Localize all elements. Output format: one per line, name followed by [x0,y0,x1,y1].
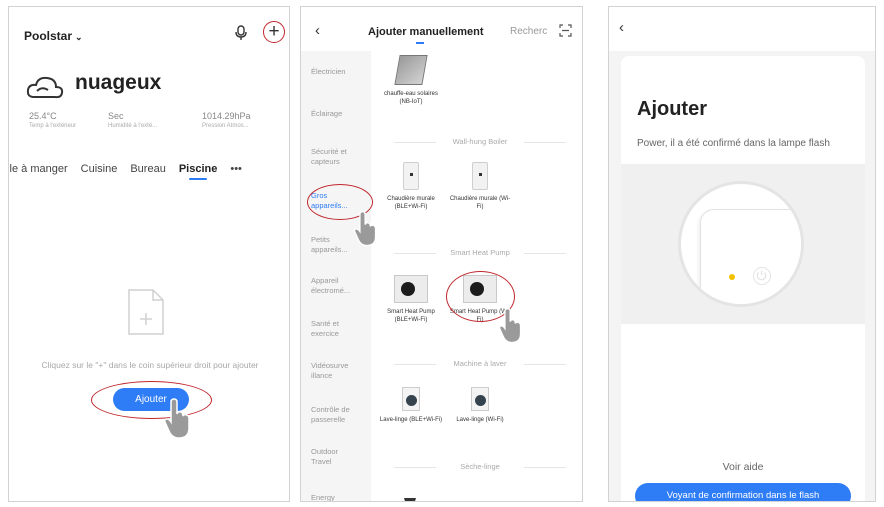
tap-hand-icon [353,211,377,247]
add-confirm-screen: ‹ Ajouter Power, il a été confirmé dans … [608,6,876,502]
device-heat-pump-ble-wifi[interactable]: Smart Heat Pump (BLE+Wi-Fi) [379,275,443,324]
category-health[interactable]: Santé et exercice [311,319,351,339]
category-electrician[interactable]: Électricien [311,67,346,77]
back-arrow-icon[interactable]: ‹ [315,22,320,39]
room-tabs: alle à manger Cuisine Bureau Piscine ••• [9,163,255,175]
lamp-illustration [700,209,801,304]
empty-state-text: Cliquez sur le "+" dans le coin supérieu… [41,360,259,370]
home-screen: Poolstar ⌄ + nuageux 25.4°C Temp à l'extér… [8,6,290,502]
add-device-plus-icon[interactable]: + [263,21,285,43]
back-arrow-icon[interactable]: ‹ [619,19,624,36]
category-lighting[interactable]: Éclairage [311,109,342,119]
boiler-icon [472,162,488,190]
category-gateway[interactable]: Contrôle de passerelle [311,405,359,425]
instruction-text: Power, il a été confirmé dans la lampe f… [637,138,830,149]
section-dryer: Sèche-linge [376,462,582,471]
home-selector[interactable]: Poolstar ⌄ [24,29,83,43]
confirm-indicator-button[interactable]: Voyant de confirmation dans le flash [635,483,851,501]
tab-dining-room[interactable]: alle à manger [9,163,68,175]
dryer-icon [404,498,416,501]
category-security[interactable]: Sécurité et capteurs [311,147,365,167]
section-wall-hung-boiler: Wall-hung Boiler [376,137,582,146]
category-small-appliances[interactable]: Petits appareils... [311,235,351,255]
add-manually-screen: ‹ Ajouter manuellement Recherc Électrici… [300,6,583,502]
device-solar-heater[interactable]: chauffe-eau solaires (NB-IoT) [379,55,443,106]
search-link[interactable]: Recherc [510,26,547,37]
device-boiler-wifi[interactable]: Chaudière murale (Wi-Fi) [448,162,512,211]
page-title: Ajouter manuellement [368,26,484,44]
tap-hand-icon [164,398,190,439]
section-smart-heat-pump: Smart Heat Pump [376,248,582,257]
weather-condition: nuageux [75,71,162,94]
home-name: Poolstar [24,29,73,43]
device-washer-wifi[interactable]: Lave-linge (Wi-Fi) [448,387,512,424]
tab-kitchen[interactable]: Cuisine [81,163,118,175]
category-sidebar: Électricien Éclairage Sécurité et capteu… [301,51,371,501]
solar-panel-icon [394,55,428,85]
tap-hand-icon [498,308,522,344]
boiler-icon [403,162,419,190]
scan-icon[interactable] [559,24,572,37]
page-title: Ajouter [637,98,707,120]
category-kitchen-appliances[interactable]: Appareil électromé... [311,276,357,296]
illustration-area [621,164,865,324]
category-video-surveillance[interactable]: Vidéosurveillance [311,361,349,381]
device-washer-ble-wifi[interactable]: Lave-linge (BLE+Wi-Fi) [379,387,443,424]
tab-office[interactable]: Bureau [130,163,165,175]
empty-document-icon [128,289,164,335]
microphone-icon[interactable] [234,25,248,41]
instruction-card: Ajouter Power, il a été confirmé dans la… [621,56,865,501]
more-icon[interactable]: ••• [230,163,242,175]
section-washing-machine: Machine à laver [376,359,582,368]
cloud-icon [26,76,64,99]
tab-pool[interactable]: Piscine [179,163,218,175]
header-bar: ‹ [609,7,875,51]
power-icon [753,267,771,285]
washing-machine-icon [471,387,489,411]
indicator-light-icon [729,274,735,280]
heat-pump-icon [394,275,428,303]
category-outdoor-travel[interactable]: Outdoor Travel [311,447,345,467]
category-energy[interactable]: Energy [311,493,335,501]
device-boiler-ble-wifi[interactable]: Chaudière murale (BLE+Wi-Fi) [379,162,443,211]
washing-machine-icon [402,387,420,411]
help-link[interactable]: Voir aide [621,461,865,473]
chevron-down-icon: ⌄ [75,32,83,42]
pressure-stat: 1014.29hPa Pression Atmos... [202,111,251,129]
device-illustration [681,184,801,304]
highlight-circle [91,381,212,419]
temperature-stat: 25.4°C Temp à l'extérieur [29,111,77,129]
humidity-stat: Sec Humidité à l'exté... [108,111,158,129]
